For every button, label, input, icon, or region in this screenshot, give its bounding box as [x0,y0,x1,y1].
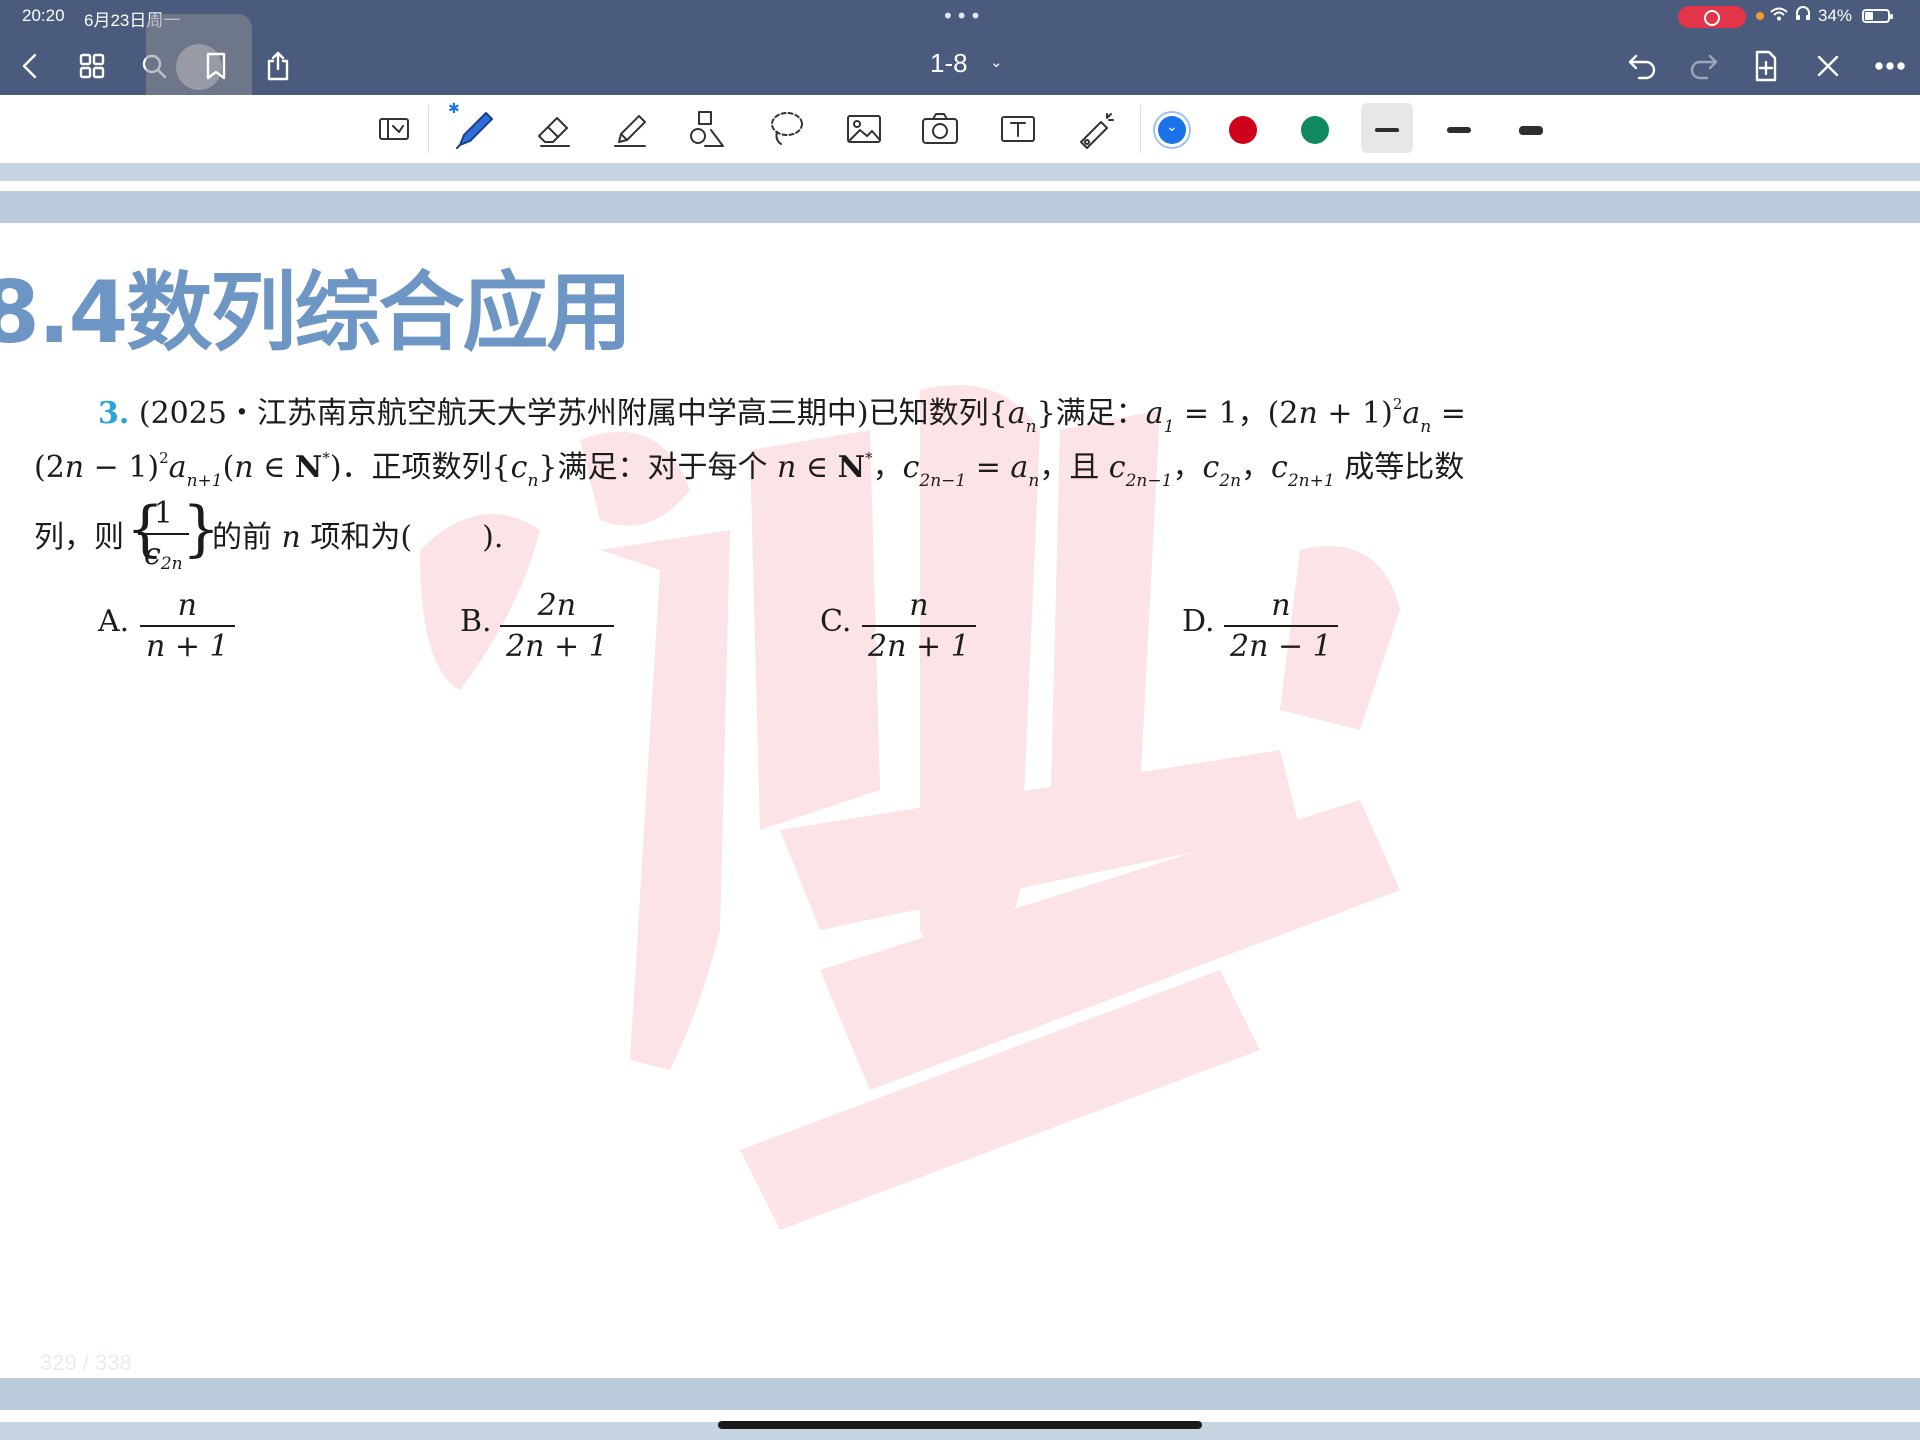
option-d-fraction[interactable]: n 2n − 1 [1224,588,1338,664]
home-indicator[interactable] [718,1421,1202,1429]
thickness-thick[interactable] [1519,126,1543,135]
status-time: 20:20 [22,6,65,25]
laser-pointer-icon[interactable] [1070,103,1122,155]
option-c-fraction[interactable]: n 2n + 1 [862,588,976,664]
option-a-label[interactable]: A. [98,604,129,639]
problem-text-h: 的前 [212,520,272,555]
mic-indicator-icon [1756,12,1764,20]
document-title[interactable]: 1-8 [930,48,968,79]
text-tool-icon[interactable] [992,103,1044,155]
toolbar-divider [428,105,429,153]
multitasking-dots-icon[interactable]: ••• [942,4,983,28]
color-swatch-red[interactable] [1229,116,1257,144]
toolbar-divider [1140,105,1141,153]
battery-percent: 34% [1818,6,1853,25]
undo-icon[interactable] [1622,46,1662,86]
lasso-icon[interactable] [760,103,812,155]
page-tool-icon[interactable] [368,103,420,155]
problem-text-f: 成等比数 [1344,450,1465,485]
image-icon[interactable] [838,103,890,155]
bookmark-icon[interactable] [196,46,236,86]
option-a-fraction[interactable]: nn + 1 [140,588,235,664]
problem-text-b: (2 [34,450,65,485]
thickness-medium[interactable] [1447,127,1471,133]
back-icon[interactable] [10,46,50,86]
problem-line-1: 3. (2025・江苏南京航空航天大学苏州附属中学高三期中)已知数列{an}满足… [98,395,1466,437]
drawing-toolbar: ✱ ⌄ [0,95,1920,164]
page-band-header [0,191,1920,223]
thickness-thin[interactable] [1375,128,1399,132]
wifi-icon [1770,6,1788,25]
chevron-down-icon[interactable]: ⌄ [990,53,1003,71]
close-icon[interactable] [1808,46,1848,86]
problem-text-g: 列，则 [34,520,124,555]
share-icon[interactable] [258,46,298,86]
reciprocal-fraction: 1 c2n [138,496,189,574]
problem-line-2: (2n − 1)2an+1(n ∈ N*)．正项数列{cn}满足：对于每个 n … [34,449,1465,491]
problem-text-i: 项和为( [310,520,413,555]
highlighter-icon[interactable] [604,103,656,155]
problem-source: (2025・江苏南京航空航天大学苏州附属中学高三期中)已知数列 [138,396,989,431]
problem-line-3b: 的前 n 项和为(). [212,520,504,555]
option-d-label[interactable]: D. [1182,604,1215,639]
shapes-icon[interactable] [682,103,734,155]
problem-line-3: 列，则 [34,512,124,556]
more-icon[interactable] [1870,46,1910,86]
grid-icon[interactable] [72,46,112,86]
pen-icon[interactable]: ✱ [448,101,500,155]
option-c-label[interactable]: C. [820,604,851,639]
problem-text-j: ). [482,520,504,555]
problem-text-c: 正项数列 [371,450,492,485]
camera-icon[interactable] [914,103,966,155]
option-b-label[interactable]: B. [460,604,492,639]
screen-recording-indicator[interactable] [1678,6,1746,28]
page-band-top [0,163,1920,181]
watermark-logo [420,385,1400,1230]
section-title: 8.4数列综合应用 [0,263,632,363]
redo-icon[interactable] [1684,46,1724,86]
headphones-icon [1795,6,1811,24]
page-counter: 329 / 338 [40,1350,132,1375]
eraser-icon[interactable] [528,103,580,155]
problem-number: 3. [98,396,130,431]
problem-text-e: ，且 [1039,450,1100,485]
color-swatch-blue[interactable]: ⌄ [1158,116,1186,144]
option-b-fraction[interactable]: 2n 2n + 1 [500,588,614,664]
color-swatch-green[interactable] [1301,116,1329,144]
top-bar: 20:20 6月23日周一 ••• 34% 1-8 ⌄ [0,0,1920,120]
page-band-bottom [0,1378,1920,1410]
add-page-icon[interactable] [1746,46,1786,86]
problem-text-a: 满足： [1055,396,1146,431]
problem-text-d: 满足：对于每个 [557,450,768,485]
battery-icon [1862,9,1893,23]
